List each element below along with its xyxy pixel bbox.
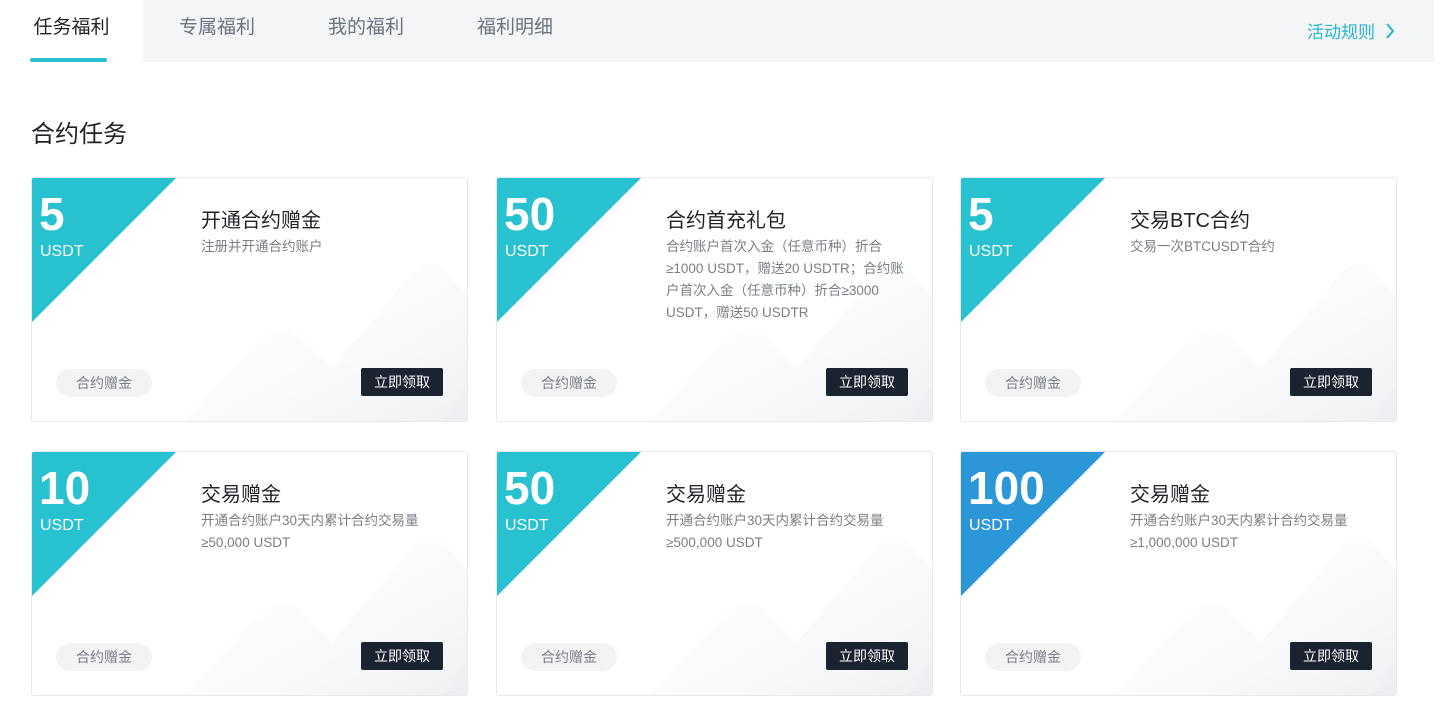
reward-type-tag: 合约赠金 — [521, 643, 617, 671]
reward-unit: USDT — [969, 243, 1013, 260]
tab-benefit-details[interactable]: 福利明细 — [441, 0, 589, 62]
activity-rules-link[interactable]: 活动规则 — [1307, 18, 1395, 43]
reward-unit: USDT — [40, 517, 84, 534]
task-title: 开通合约赠金 — [201, 210, 321, 232]
tab-bar: 任务福利 专属福利 我的福利 福利明细 活动规则 — [0, 0, 1434, 62]
claim-now-button[interactable]: 立即领取 — [361, 368, 443, 396]
task-title: 交易赠金 — [201, 484, 281, 506]
tab-label: 我的福利 — [327, 17, 404, 38]
reward-unit: USDT — [505, 243, 549, 260]
claim-now-button[interactable]: 立即领取 — [826, 368, 908, 396]
reward-amount: 50 — [504, 188, 556, 240]
task-title: 交易赠金 — [666, 484, 746, 506]
task-description: 交易一次BTCUSDT合约 — [1130, 239, 1275, 254]
chevron-right-icon — [1386, 22, 1395, 39]
task-description: 开通合约账户30天内累计合约交易量≥50,000 USDT — [201, 513, 419, 550]
claim-now-button[interactable]: 立即领取 — [1290, 368, 1372, 396]
reward-unit: USDT — [969, 517, 1013, 534]
tab-my-benefits[interactable]: 我的福利 — [291, 0, 441, 62]
reward-type-tag: 合约赠金 — [985, 643, 1081, 671]
reward-amount: 10 — [39, 462, 91, 514]
task-description: 注册并开通合约账户 — [201, 239, 323, 254]
reward-type-tag: 合约赠金 — [56, 643, 152, 671]
reward-amount: 50 — [504, 462, 556, 514]
section-title: 合约任务 — [31, 121, 127, 148]
task-description: 开通合约账户30天内累计合约交易量≥500,000 USDT — [666, 513, 884, 550]
active-tab-indicator — [30, 58, 107, 62]
task-card: 5 USDT 开通合约赠金 注册并开通合约账户 合约赠金 立即领取 — [31, 177, 468, 422]
reward-amount: 100 — [968, 462, 1045, 514]
task-description: 合约账户首次入金（任意币种）折合≥1000 USDT，赠送20 USDTR；合约… — [666, 239, 904, 320]
task-title: 交易BTC合约 — [1130, 210, 1250, 232]
claim-now-button[interactable]: 立即领取 — [361, 642, 443, 670]
reward-type-tag: 合约赠金 — [985, 369, 1081, 397]
claim-now-button[interactable]: 立即领取 — [826, 642, 908, 670]
task-title: 合约首充礼包 — [666, 210, 786, 232]
tab-label: 福利明细 — [476, 17, 553, 38]
task-card: 5 USDT 交易BTC合约 交易一次BTCUSDT合约 合约赠金 立即领取 — [960, 177, 1397, 422]
activity-rules-label: 活动规则 — [1307, 23, 1375, 42]
reward-unit: USDT — [40, 243, 84, 260]
reward-type-tag: 合约赠金 — [56, 369, 152, 397]
task-card: 10 USDT 交易赠金 开通合约账户30天内累计合约交易量≥50,000 US… — [31, 451, 468, 696]
tab-task-benefits[interactable]: 任务福利 — [0, 0, 143, 62]
task-card: 50 USDT 合约首充礼包 合约账户首次入金（任意币种）折合≥1000 USD… — [496, 177, 933, 422]
tab-exclusive-benefits[interactable]: 专属福利 — [143, 0, 291, 62]
task-description: 开通合约账户30天内累计合约交易量≥1,000,000 USDT — [1130, 513, 1348, 550]
task-card: 50 USDT 交易赠金 开通合约账户30天内累计合约交易量≥500,000 U… — [496, 451, 933, 696]
scrollbar-track — [1434, 0, 1441, 62]
tab-label: 任务福利 — [33, 17, 110, 38]
claim-now-button[interactable]: 立即领取 — [1290, 642, 1372, 670]
tab-label: 专属福利 — [178, 17, 255, 38]
reward-type-tag: 合约赠金 — [521, 369, 617, 397]
reward-unit: USDT — [505, 517, 549, 534]
reward-amount: 5 — [39, 188, 65, 240]
reward-amount: 5 — [968, 188, 994, 240]
task-title: 交易赠金 — [1130, 484, 1210, 506]
task-card: 100 USDT 交易赠金 开通合约账户30天内累计合约交易量≥1,000,00… — [960, 451, 1397, 696]
